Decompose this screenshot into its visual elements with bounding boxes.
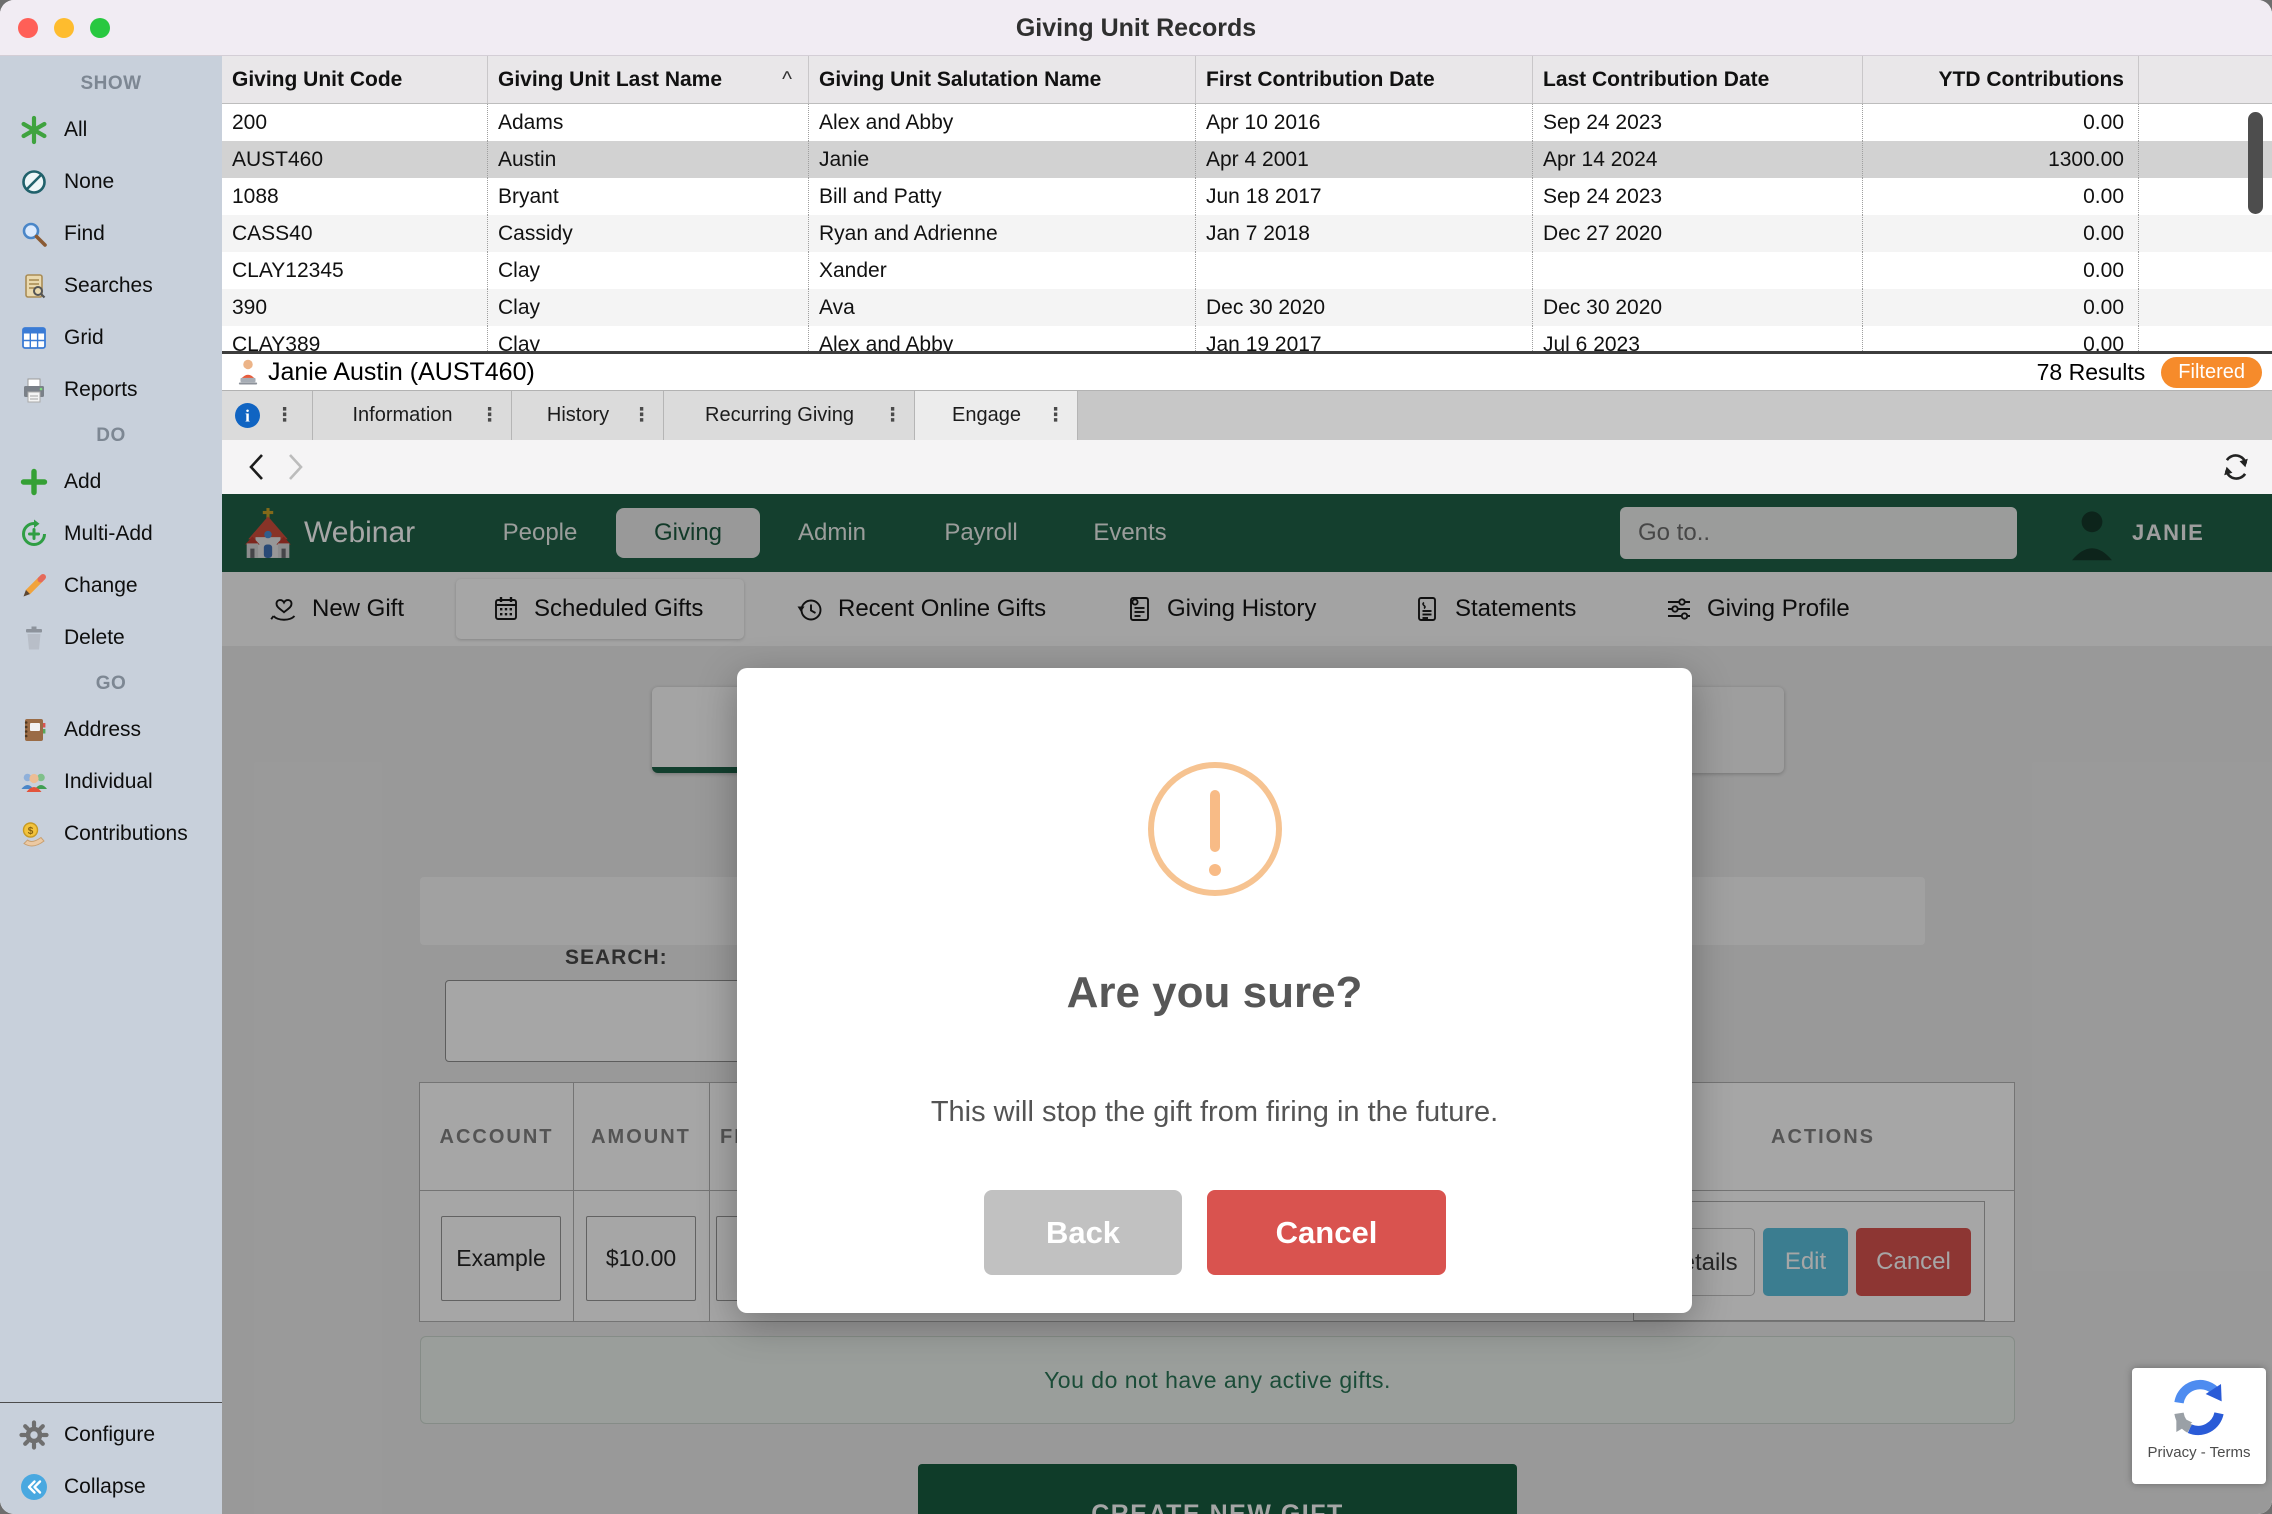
column-header-filler	[2138, 56, 2272, 103]
table-scrollbar[interactable]	[2248, 112, 2263, 214]
gear-icon	[18, 1419, 50, 1451]
person-laptop-icon	[236, 358, 260, 386]
grid-icon	[18, 322, 50, 354]
sidebar-item-find[interactable]: Find	[0, 208, 222, 260]
pencil-icon	[18, 570, 50, 602]
table-row-selected[interactable]: AUST460AustinJanieApr 4 2001Apr 14 20241…	[222, 141, 2272, 178]
sidebar-item-add[interactable]: Add	[0, 456, 222, 508]
sidebar-section-show: SHOW	[0, 64, 222, 104]
column-header[interactable]: Last Contribution Date	[1532, 56, 1862, 103]
info-icon: i	[234, 402, 261, 429]
magnifier-icon	[18, 218, 50, 250]
table-row[interactable]: CASS40CassidyRyan and AdrienneJan 7 2018…	[222, 215, 2272, 252]
records-table-header: Giving Unit Code Giving Unit Last Name^ …	[222, 56, 2272, 104]
coin-hand-icon: $	[18, 818, 50, 850]
dialog-message: This will stop the gift from firing in t…	[737, 1096, 1692, 1129]
collapse-icon	[18, 1471, 50, 1503]
sidebar-item-none[interactable]: None	[0, 156, 222, 208]
sidebar-item-collapse[interactable]: Collapse	[0, 1461, 222, 1513]
tab-menu-dots[interactable]: ⋮	[883, 404, 902, 427]
record-title: Janie Austin (AUST460)	[268, 358, 535, 387]
sidebar-item-change[interactable]: Change	[0, 560, 222, 612]
plus-icon	[18, 466, 50, 498]
column-header[interactable]: YTD Contributions	[1862, 56, 2138, 103]
sidebar: SHOW All None Find Searches Grid Reports…	[0, 56, 222, 1514]
slashed-circle-icon	[18, 166, 50, 198]
tab-info[interactable]: i ⋮	[222, 391, 313, 440]
trash-icon	[18, 622, 50, 654]
records-table-body: 200AdamsAlex and AbbyApr 10 2016Sep 24 2…	[222, 104, 2272, 354]
people-icon	[18, 766, 50, 798]
filtered-badge[interactable]: Filtered	[2161, 357, 2262, 388]
browser-toolbar	[222, 440, 2272, 494]
sort-asc-indicator: ^	[782, 56, 792, 103]
app-window: Giving Unit Records SHOW All None Find S…	[0, 0, 2272, 1514]
sidebar-footer: Configure Collapse	[0, 1402, 222, 1513]
layout-tab-bar: i ⋮ Information⋮ History⋮ Recurring Givi…	[222, 390, 2272, 440]
confirm-dialog: Are you sure? This will stop the gift fr…	[737, 668, 1692, 1313]
back-arrow-icon[interactable]	[246, 451, 268, 483]
dialog-title: Are you sure?	[737, 968, 1692, 1018]
table-row[interactable]: 390ClayAvaDec 30 2020Dec 30 20200.00	[222, 289, 2272, 326]
sidebar-item-multi-add[interactable]: Multi-Add	[0, 508, 222, 560]
recaptcha-privacy-terms[interactable]: Privacy - Terms	[2132, 1444, 2266, 1461]
sidebar-item-delete[interactable]: Delete	[0, 612, 222, 664]
column-header-sorted[interactable]: Giving Unit Last Name^	[487, 56, 808, 103]
tab-menu-dots[interactable]: ⋮	[275, 404, 294, 427]
circular-plus-icon	[18, 518, 50, 550]
titlebar: Giving Unit Records	[0, 0, 2272, 56]
recaptcha-logo-icon	[2167, 1376, 2231, 1440]
table-row[interactable]: CLAY12345ClayXander0.00	[222, 252, 2272, 289]
sidebar-item-reports[interactable]: Reports	[0, 364, 222, 416]
column-header[interactable]: First Contribution Date	[1195, 56, 1532, 103]
refresh-icon[interactable]	[2218, 449, 2254, 485]
records-table: Giving Unit Code Giving Unit Last Name^ …	[222, 56, 2272, 354]
tab-recurring-giving[interactable]: Recurring Giving⋮	[664, 391, 915, 440]
tab-menu-dots[interactable]: ⋮	[480, 404, 499, 427]
sidebar-item-contributions[interactable]: $ Contributions	[0, 808, 222, 860]
printer-icon	[18, 374, 50, 406]
svg-text:i: i	[245, 407, 250, 426]
tab-history[interactable]: History⋮	[512, 391, 664, 440]
table-row[interactable]: 200AdamsAlex and AbbyApr 10 2016Sep 24 2…	[222, 104, 2272, 141]
sidebar-item-all[interactable]: All	[0, 104, 222, 156]
sidebar-item-address[interactable]: Address	[0, 704, 222, 756]
sidebar-item-grid[interactable]: Grid	[0, 312, 222, 364]
tab-menu-dots[interactable]: ⋮	[632, 404, 651, 427]
tab-engage-active[interactable]: Engage⋮	[915, 391, 1078, 440]
sidebar-section-go: GO	[0, 664, 222, 704]
window-title: Giving Unit Records	[0, 0, 2272, 56]
sidebar-item-configure[interactable]: Configure	[0, 1409, 222, 1461]
sidebar-section-do: DO	[0, 416, 222, 456]
sidebar-item-individual[interactable]: Individual	[0, 756, 222, 808]
svg-text:$: $	[28, 826, 34, 837]
sidebar-item-searches[interactable]: Searches	[0, 260, 222, 312]
record-header: Janie Austin (AUST460) 78 Results Filter…	[222, 354, 2272, 390]
forward-arrow-icon[interactable]	[284, 451, 306, 483]
column-header[interactable]: Giving Unit Salutation Name	[808, 56, 1195, 103]
scroll-search-icon	[18, 270, 50, 302]
address-book-icon	[18, 714, 50, 746]
tab-information[interactable]: Information⋮	[313, 391, 512, 440]
cancel-confirm-button[interactable]: Cancel	[1207, 1190, 1446, 1275]
warning-icon	[1148, 762, 1282, 896]
back-button[interactable]: Back	[984, 1190, 1182, 1275]
recaptcha-badge[interactable]: Privacy - Terms	[2132, 1368, 2266, 1484]
table-row[interactable]: CLAY389ClayAlex and AbbyJan 19 2017Jul 6…	[222, 326, 2272, 354]
column-header[interactable]: Giving Unit Code	[222, 56, 487, 103]
tab-menu-dots[interactable]: ⋮	[1046, 404, 1065, 427]
webview: Webinar People Giving Admin Payroll Even…	[222, 494, 2272, 1514]
results-count: 78 Results	[2037, 359, 2146, 386]
asterisk-icon	[18, 114, 50, 146]
table-row[interactable]: 1088BryantBill and PattyJun 18 2017Sep 2…	[222, 178, 2272, 215]
